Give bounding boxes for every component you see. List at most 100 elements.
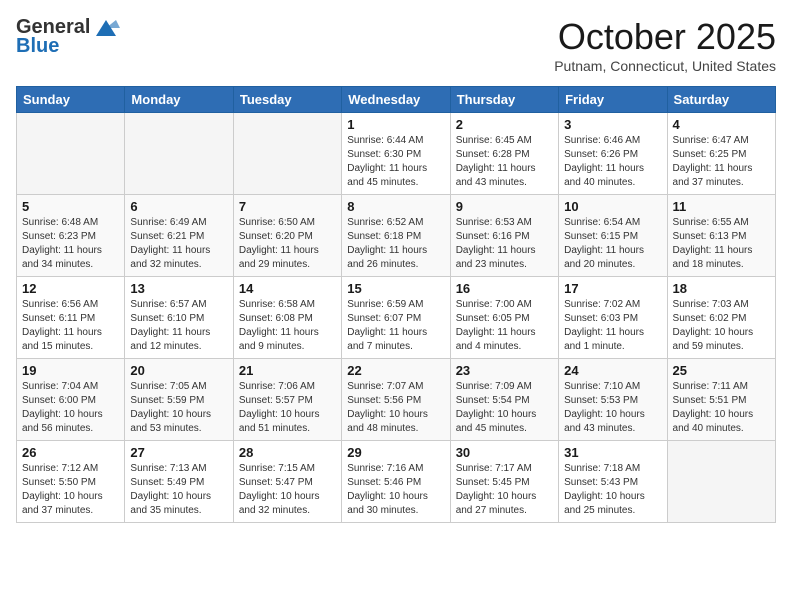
day-number: 14 (239, 281, 336, 296)
logo-icon (92, 18, 120, 38)
calendar-cell: 9 Sunrise: 6:53 AM Sunset: 6:16 PM Daylig… (450, 195, 558, 277)
calendar-week-4: 19 Sunrise: 7:04 AM Sunset: 6:00 PM Dayli… (17, 359, 776, 441)
day-info: Sunrise: 7:00 AM Sunset: 6:05 PM Dayligh… (456, 298, 553, 354)
calendar-cell (17, 113, 125, 195)
page-header: General Blue October 2025 Putnam, Connec… (16, 16, 776, 74)
calendar-cell: 19 Sunrise: 7:04 AM Sunset: 6:00 PM Dayli… (17, 359, 125, 441)
calendar-cell: 15 Sunrise: 6:59 AM Sunset: 6:07 PM Dayli… (342, 277, 450, 359)
day-number: 19 (22, 363, 119, 378)
calendar-cell: 8 Sunrise: 6:52 AM Sunset: 6:18 PM Daylig… (342, 195, 450, 277)
day-info: Sunrise: 7:10 AM Sunset: 5:53 PM Dayligh… (564, 380, 661, 436)
day-number: 31 (564, 445, 661, 460)
day-info: Sunrise: 7:07 AM Sunset: 5:56 PM Dayligh… (347, 380, 444, 436)
header-day-sunday: Sunday (17, 87, 125, 113)
day-info: Sunrise: 6:52 AM Sunset: 6:18 PM Dayligh… (347, 216, 444, 272)
day-info: Sunrise: 6:55 AM Sunset: 6:13 PM Dayligh… (673, 216, 770, 272)
day-number: 22 (347, 363, 444, 378)
calendar-cell: 14Sunrise: 6:58 AM Sunset: 6:08 PM Dayli… (233, 277, 341, 359)
calendar-cell: 2 Sunrise: 6:45 AM Sunset: 6:28 PM Daylig… (450, 113, 558, 195)
calendar-cell: 6 Sunrise: 6:49 AM Sunset: 6:21 PM Daylig… (125, 195, 233, 277)
day-info: Sunrise: 6:46 AM Sunset: 6:26 PM Dayligh… (564, 134, 661, 190)
day-number: 12 (22, 281, 119, 296)
location: Putnam, Connecticut, United States (554, 58, 776, 74)
calendar-cell: 18 Sunrise: 7:03 AM Sunset: 6:02 PM Dayli… (667, 277, 775, 359)
day-info: Sunrise: 6:59 AM Sunset: 6:07 PM Dayligh… (347, 298, 444, 354)
day-info: Sunrise: 7:18 AM Sunset: 5:43 PM Dayligh… (564, 462, 661, 518)
calendar-cell (125, 113, 233, 195)
day-number: 17 (564, 281, 661, 296)
day-number: 2 (456, 117, 553, 132)
day-info: Sunrise: 6:56 AM Sunset: 6:11 PM Dayligh… (22, 298, 119, 354)
calendar-cell (233, 113, 341, 195)
day-number: 10 (564, 199, 661, 214)
day-number: 30 (456, 445, 553, 460)
month-title: October 2025 (554, 16, 776, 58)
day-number: 26 (22, 445, 119, 460)
day-number: 16 (456, 281, 553, 296)
day-number: 9 (456, 199, 553, 214)
day-info: Sunrise: 7:04 AM Sunset: 6:00 PM Dayligh… (22, 380, 119, 436)
day-number: 3 (564, 117, 661, 132)
day-info: Sunrise: 6:53 AM Sunset: 6:16 PM Dayligh… (456, 216, 553, 272)
header-day-thursday: Thursday (450, 87, 558, 113)
day-info: Sunrise: 6:57 AM Sunset: 6:10 PM Dayligh… (130, 298, 227, 354)
day-number: 5 (22, 199, 119, 214)
calendar-cell: 22 Sunrise: 7:07 AM Sunset: 5:56 PM Dayli… (342, 359, 450, 441)
day-info: Sunrise: 7:03 AM Sunset: 6:02 PM Dayligh… (673, 298, 770, 354)
day-number: 6 (130, 199, 227, 214)
day-number: 28 (239, 445, 336, 460)
calendar-week-5: 26Sunrise: 7:12 AM Sunset: 5:50 PM Dayli… (17, 441, 776, 523)
calendar-cell (667, 441, 775, 523)
day-number: 25 (673, 363, 770, 378)
calendar-cell: 16 Sunrise: 7:00 AM Sunset: 6:05 PM Dayli… (450, 277, 558, 359)
day-number: 21 (239, 363, 336, 378)
day-number: 15 (347, 281, 444, 296)
day-info: Sunrise: 6:49 AM Sunset: 6:21 PM Dayligh… (130, 216, 227, 272)
calendar-cell: 26Sunrise: 7:12 AM Sunset: 5:50 PM Dayli… (17, 441, 125, 523)
day-number: 8 (347, 199, 444, 214)
calendar-cell: 24 Sunrise: 7:10 AM Sunset: 5:53 PM Dayli… (559, 359, 667, 441)
calendar-week-1: 1 Sunrise: 6:44 AM Sunset: 6:30 PM Daylig… (17, 113, 776, 195)
day-info: Sunrise: 6:45 AM Sunset: 6:28 PM Dayligh… (456, 134, 553, 190)
day-number: 1 (347, 117, 444, 132)
logo: General Blue (16, 16, 120, 58)
day-number: 11 (673, 199, 770, 214)
calendar-cell: 21Sunrise: 7:06 AM Sunset: 5:57 PM Dayli… (233, 359, 341, 441)
header-day-wednesday: Wednesday (342, 87, 450, 113)
day-number: 18 (673, 281, 770, 296)
day-info: Sunrise: 6:47 AM Sunset: 6:25 PM Dayligh… (673, 134, 770, 190)
calendar-cell: 12 Sunrise: 6:56 AM Sunset: 6:11 PM Dayli… (17, 277, 125, 359)
day-number: 24 (564, 363, 661, 378)
calendar-cell: 25Sunrise: 7:11 AM Sunset: 5:51 PM Dayli… (667, 359, 775, 441)
day-info: Sunrise: 7:16 AM Sunset: 5:46 PM Dayligh… (347, 462, 444, 518)
calendar-cell: 10Sunrise: 6:54 AM Sunset: 6:15 PM Dayli… (559, 195, 667, 277)
calendar-cell: 30Sunrise: 7:17 AM Sunset: 5:45 PM Dayli… (450, 441, 558, 523)
day-number: 13 (130, 281, 227, 296)
day-info: Sunrise: 7:02 AM Sunset: 6:03 PM Dayligh… (564, 298, 661, 354)
calendar-cell: 11 Sunrise: 6:55 AM Sunset: 6:13 PM Dayli… (667, 195, 775, 277)
calendar-cell: 7Sunrise: 6:50 AM Sunset: 6:20 PM Daylig… (233, 195, 341, 277)
day-info: Sunrise: 7:09 AM Sunset: 5:54 PM Dayligh… (456, 380, 553, 436)
day-number: 29 (347, 445, 444, 460)
calendar-cell: 31 Sunrise: 7:18 AM Sunset: 5:43 PM Dayli… (559, 441, 667, 523)
calendar-cell: 17 Sunrise: 7:02 AM Sunset: 6:03 PM Dayli… (559, 277, 667, 359)
calendar-cell: 27 Sunrise: 7:13 AM Sunset: 5:49 PM Dayli… (125, 441, 233, 523)
day-number: 23 (456, 363, 553, 378)
header-day-saturday: Saturday (667, 87, 775, 113)
calendar-cell: 28Sunrise: 7:15 AM Sunset: 5:47 PM Dayli… (233, 441, 341, 523)
calendar-cell: 20Sunrise: 7:05 AM Sunset: 5:59 PM Dayli… (125, 359, 233, 441)
day-info: Sunrise: 7:05 AM Sunset: 5:59 PM Dayligh… (130, 380, 227, 436)
title-section: October 2025 Putnam, Connecticut, United… (554, 16, 776, 74)
day-info: Sunrise: 6:50 AM Sunset: 6:20 PM Dayligh… (239, 216, 336, 272)
calendar-cell: 13 Sunrise: 6:57 AM Sunset: 6:10 PM Dayli… (125, 277, 233, 359)
logo-blue: Blue (16, 35, 59, 58)
day-info: Sunrise: 7:13 AM Sunset: 5:49 PM Dayligh… (130, 462, 227, 518)
calendar-week-3: 12 Sunrise: 6:56 AM Sunset: 6:11 PM Dayli… (17, 277, 776, 359)
day-info: Sunrise: 6:44 AM Sunset: 6:30 PM Dayligh… (347, 134, 444, 190)
calendar-table: SundayMondayTuesdayWednesdayThursdayFrid… (16, 86, 776, 523)
day-number: 27 (130, 445, 227, 460)
calendar-week-2: 5Sunrise: 6:48 AM Sunset: 6:23 PM Daylig… (17, 195, 776, 277)
calendar-cell: 3 Sunrise: 6:46 AM Sunset: 6:26 PM Daylig… (559, 113, 667, 195)
calendar-cell: 5Sunrise: 6:48 AM Sunset: 6:23 PM Daylig… (17, 195, 125, 277)
header-day-tuesday: Tuesday (233, 87, 341, 113)
